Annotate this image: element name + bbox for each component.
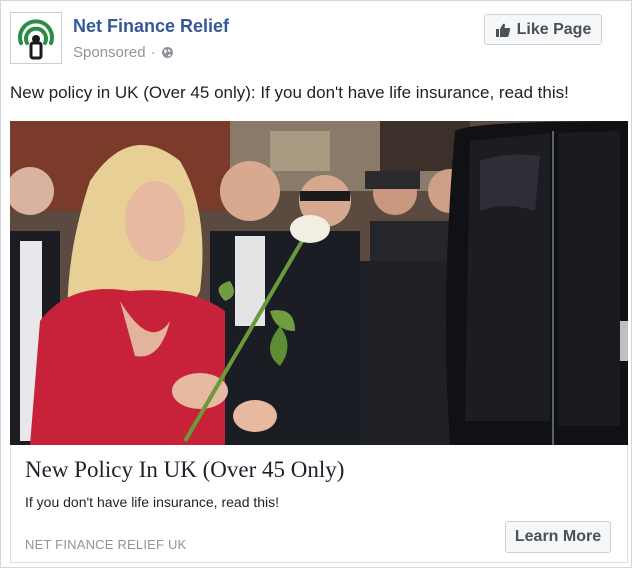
link-domain: NET FINANCE RELIEF UK: [25, 537, 187, 552]
post-text: New policy in UK (Over 45 only): If you …: [10, 83, 569, 102]
globe-icon: [161, 47, 173, 58]
page-name-link[interactable]: Net Finance Relief: [73, 16, 229, 37]
link-preview[interactable]: New Policy In UK (Over 45 Only) If you d…: [10, 445, 628, 563]
separator-dot: ·: [150, 44, 156, 61]
sponsored-label[interactable]: Sponsored: [73, 44, 146, 61]
sponsored-ad-card: Net Finance Relief Sponsored · Like Page…: [0, 0, 632, 568]
thumbs-up-icon: [495, 22, 511, 38]
funeral-crowd-photo: [10, 121, 628, 445]
learn-more-button[interactable]: Learn More: [505, 521, 611, 553]
signal-logo-icon: [18, 19, 54, 60]
ad-photo[interactable]: [10, 121, 628, 445]
link-description: If you don't have life insurance, read t…: [25, 494, 280, 510]
sponsored-line: Sponsored ·: [73, 44, 174, 61]
like-page-button[interactable]: Like Page: [484, 14, 602, 45]
page-logo[interactable]: [10, 12, 62, 64]
link-headline[interactable]: New Policy In UK (Over 45 Only): [25, 457, 344, 483]
like-page-label: Like Page: [516, 20, 592, 38]
